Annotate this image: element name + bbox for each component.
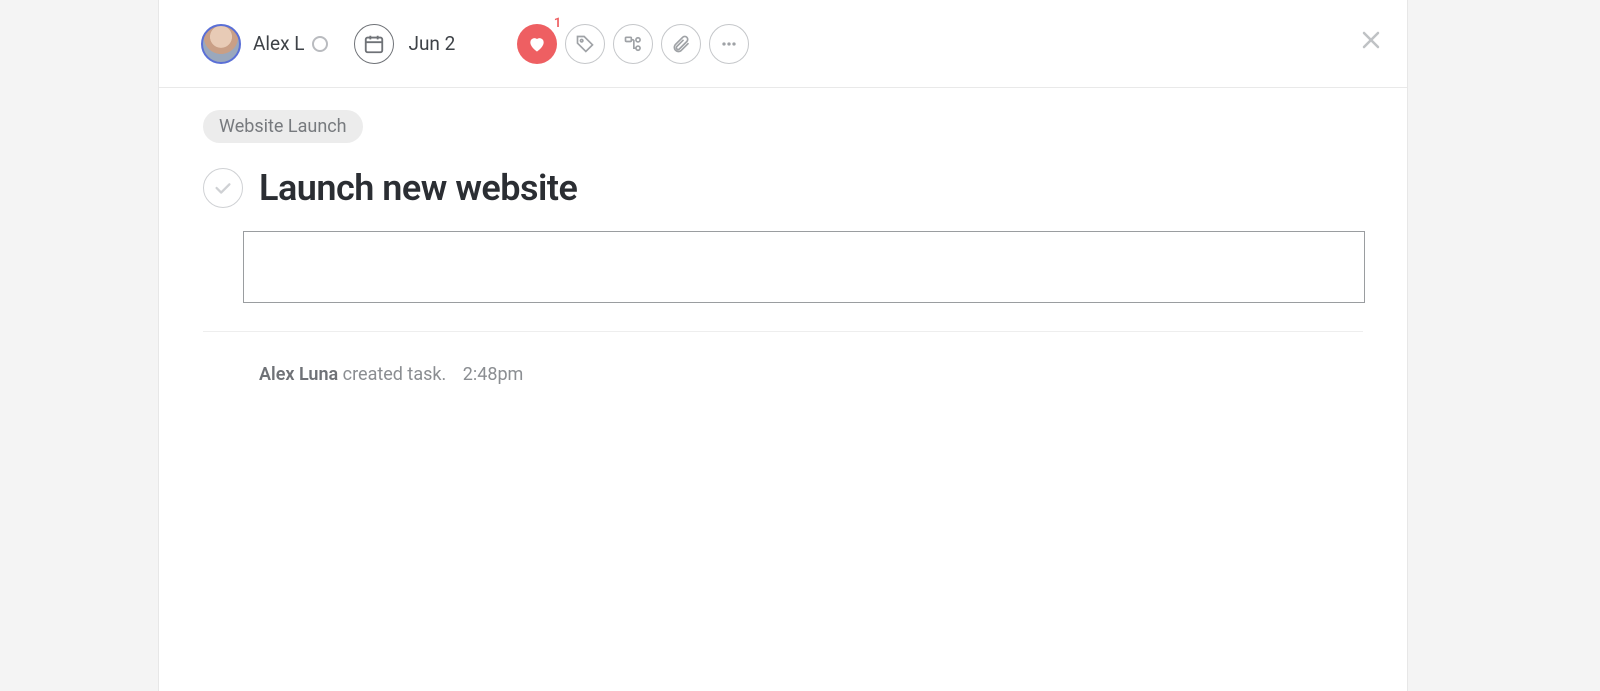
subtasks-button[interactable] xyxy=(613,24,653,64)
task-title-row: Launch new website xyxy=(203,167,1363,209)
more-icon xyxy=(719,34,739,54)
tags-button[interactable] xyxy=(565,24,605,64)
attachments-button[interactable] xyxy=(661,24,701,64)
like-button[interactable]: 1 xyxy=(517,24,557,64)
heart-icon xyxy=(527,34,547,54)
task-toolbar: Alex L Jun 2 1 xyxy=(159,0,1407,88)
activity-entry: Alex Luna created task. 2:48pm xyxy=(259,364,1363,385)
like-count-badge: 1 xyxy=(554,16,561,31)
tag-icon xyxy=(575,34,595,54)
close-icon xyxy=(1359,28,1383,52)
due-date-group[interactable]: Jun 2 xyxy=(354,24,455,64)
complete-toggle[interactable] xyxy=(203,168,243,208)
description-input[interactable] xyxy=(243,231,1365,303)
more-actions-button[interactable] xyxy=(709,24,749,64)
project-chip[interactable]: Website Launch xyxy=(203,110,363,143)
subtask-icon xyxy=(623,34,643,54)
activity-time: 2:48pm xyxy=(463,364,524,385)
task-detail-panel: Alex L Jun 2 1 xyxy=(158,0,1408,691)
paperclip-icon xyxy=(671,34,691,54)
assignee-avatar[interactable] xyxy=(201,24,241,64)
calendar-icon[interactable] xyxy=(354,24,394,64)
activity-actor: Alex Luna xyxy=(259,364,338,385)
assignee-status-dot[interactable] xyxy=(312,36,328,52)
toolbar-actions: 1 xyxy=(517,24,749,64)
task-title[interactable]: Launch new website xyxy=(259,167,577,209)
close-button[interactable] xyxy=(1359,28,1383,52)
section-divider xyxy=(203,331,1363,332)
check-icon xyxy=(212,177,234,199)
due-date-text: Jun 2 xyxy=(408,32,455,55)
task-body: Website Launch Launch new website Alex L… xyxy=(159,88,1407,385)
assignee-name: Alex L xyxy=(253,32,304,55)
activity-action: created task. xyxy=(338,364,446,385)
